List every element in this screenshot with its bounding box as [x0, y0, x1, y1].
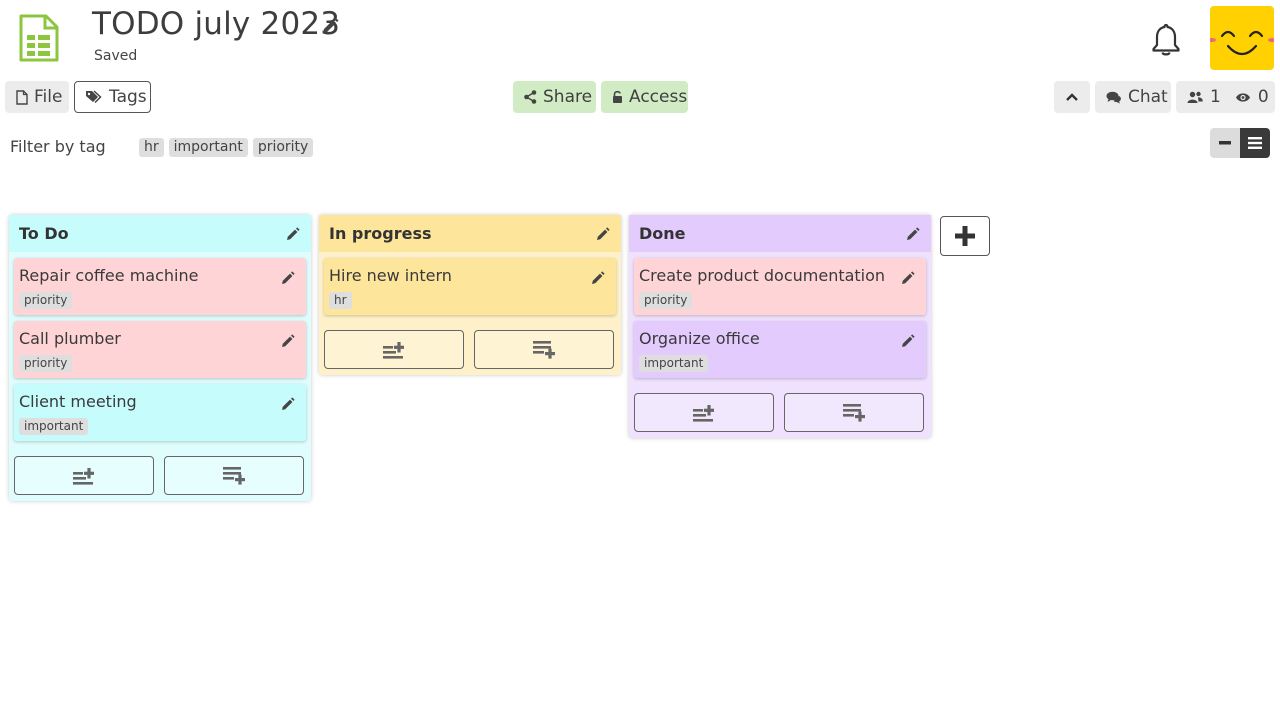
tags-icon: [86, 89, 102, 103]
item-title: Client meeting: [19, 392, 137, 411]
item-tag: priority: [19, 355, 73, 372]
item-tag: priority: [19, 292, 73, 309]
filter-tags: hr important priority: [139, 138, 314, 157]
share-icon: [524, 90, 537, 104]
spreadsheet-icon: [19, 14, 59, 62]
board-column-in-progress: In progress Hire new intern hr: [319, 215, 621, 375]
pencil-icon[interactable]: [900, 333, 916, 349]
board-item[interactable]: Hire new intern hr: [324, 258, 616, 315]
item-tag: important: [19, 418, 89, 435]
filter-tag-hr[interactable]: hr: [139, 138, 164, 157]
playlist-add-icon: [73, 467, 94, 485]
file-button[interactable]: File: [5, 81, 69, 113]
column-header: In progress: [319, 215, 621, 252]
pencil-icon[interactable]: [590, 270, 606, 286]
unlock-icon: [613, 90, 622, 103]
board-item[interactable]: Call plumber priority: [14, 321, 306, 378]
access-button[interactable]: Access: [601, 81, 688, 113]
plus-icon: [955, 226, 975, 246]
tags-button-label: Tags: [109, 87, 147, 107]
pencil-icon[interactable]: [900, 270, 916, 286]
item-title: Create product documentation: [639, 266, 886, 285]
column-header: To Do: [9, 215, 311, 252]
item-tag: priority: [639, 292, 693, 309]
eye-icon: [1235, 92, 1250, 102]
item-tag: hr: [329, 292, 352, 309]
pencil-icon[interactable]: [280, 270, 296, 286]
page-title: TODO july 2023: [92, 6, 341, 42]
column-title: To Do: [19, 224, 69, 243]
add-multiple-items-button[interactable]: [474, 330, 614, 369]
add-item-button[interactable]: [634, 393, 774, 432]
list-icon: [1248, 137, 1262, 149]
playlist-add-icon: [383, 341, 404, 359]
minus-icon: [1219, 141, 1231, 145]
users-count: 1: [1210, 87, 1221, 107]
column-header: Done: [629, 215, 931, 252]
pencil-icon[interactable]: [595, 226, 611, 242]
viewers-count: 0: [1257, 87, 1269, 107]
column-title: Done: [639, 224, 686, 243]
chevron-up-icon: [1066, 93, 1078, 101]
pencil-icon[interactable]: [280, 333, 296, 349]
add-multiple-items-button[interactable]: [164, 456, 304, 495]
share-button[interactable]: Share: [513, 81, 596, 113]
chat-button[interactable]: Chat: [1095, 81, 1171, 113]
board-item[interactable]: Client meeting important: [14, 384, 306, 441]
pencil-icon[interactable]: [905, 226, 921, 242]
board-item[interactable]: Organize office important: [634, 321, 926, 378]
item-title: Call plumber: [19, 329, 121, 348]
save-status: Saved: [94, 48, 138, 64]
file-icon: [16, 89, 28, 105]
list-add-icon: [223, 466, 245, 485]
board-item[interactable]: Repair coffee machine priority: [14, 258, 306, 315]
view-toggle: [1210, 128, 1270, 158]
list-add-icon: [533, 340, 555, 359]
avatar[interactable]: [1210, 6, 1274, 70]
filter-label: Filter by tag: [10, 137, 106, 156]
bell-icon[interactable]: [1148, 22, 1184, 58]
chat-button-label: Chat: [1128, 87, 1168, 107]
filter-tag-important[interactable]: important: [168, 138, 248, 157]
compact-view-button[interactable]: [1210, 128, 1240, 158]
board-column-done: Done Create product documentation priori…: [629, 215, 931, 438]
board-item[interactable]: Create product documentation priority: [634, 258, 926, 315]
share-button-label: Share: [543, 87, 593, 107]
item-title: Repair coffee machine: [19, 266, 199, 285]
add-column-button[interactable]: [940, 216, 990, 256]
filter-tag-priority[interactable]: priority: [252, 138, 314, 157]
expanded-view-button[interactable]: [1240, 128, 1270, 158]
collapse-toolbar-button[interactable]: [1054, 81, 1090, 113]
playlist-add-icon: [693, 404, 714, 422]
item-title: Hire new intern: [329, 266, 452, 285]
users-icon: [1187, 91, 1203, 103]
add-multiple-items-button[interactable]: [784, 393, 924, 432]
pencil-icon[interactable]: [280, 396, 296, 412]
board-column-todo: To Do Repair coffee machine priority Cal…: [9, 215, 311, 501]
add-item-button[interactable]: [14, 456, 154, 495]
pencil-icon[interactable]: [285, 226, 301, 242]
users-viewers-button[interactable]: 1 0: [1176, 81, 1275, 113]
file-button-label: File: [34, 87, 63, 107]
list-add-icon: [843, 403, 865, 422]
item-title: Organize office: [639, 329, 760, 348]
pencil-icon[interactable]: [320, 16, 340, 36]
chat-icon: [1106, 91, 1121, 103]
smiley-face-icon: [1210, 30, 1274, 56]
tags-button[interactable]: Tags: [74, 81, 151, 113]
column-title: In progress: [329, 224, 432, 243]
access-button-label: Access: [629, 87, 688, 107]
add-item-button[interactable]: [324, 330, 464, 369]
item-tag: important: [639, 355, 709, 372]
